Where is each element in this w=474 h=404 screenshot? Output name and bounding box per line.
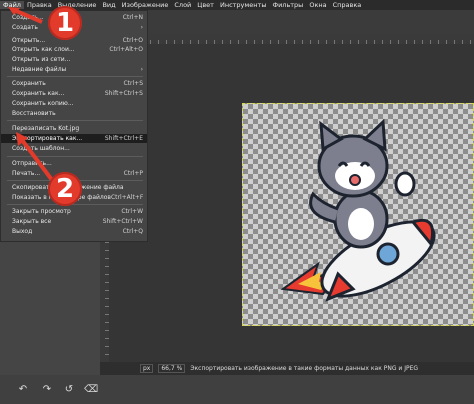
step-marker-2: 2: [48, 172, 82, 206]
status-bar: px 66,7 % Экспортировать изображение в т…: [100, 362, 474, 375]
undo-icon[interactable]: ↶: [16, 384, 30, 396]
reset-icon[interactable]: ↺: [62, 384, 76, 396]
status-message: Экспортировать изображение в такие форма…: [190, 365, 419, 372]
unit-selector[interactable]: px: [140, 364, 154, 373]
step-marker-1: 1: [48, 6, 82, 40]
redo-icon[interactable]: ↷: [40, 384, 54, 396]
zoom-selector[interactable]: 66,7 %: [158, 364, 186, 373]
delete-icon[interactable]: ⌫: [84, 384, 98, 396]
